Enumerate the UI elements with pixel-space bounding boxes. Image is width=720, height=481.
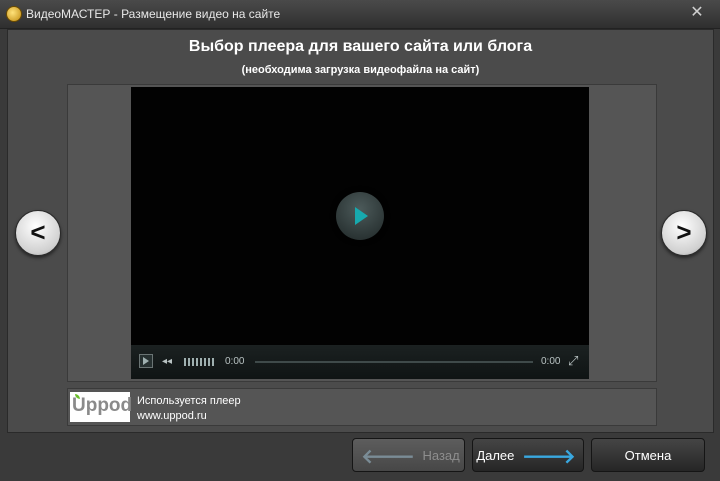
player-controls: ◂◂ 0:00 0:00 ⤢ <box>131 345 589 379</box>
uppod-logo: Uppod <box>70 392 133 422</box>
close-button[interactable]: ✕ <box>686 3 708 23</box>
title-bar: ВидеоМАСТЕР - Размещение видео на сайте … <box>0 0 720 29</box>
seek-bar[interactable] <box>255 361 533 363</box>
main-panel: Выбор плеера для вашего сайта или блога … <box>7 29 714 433</box>
player-website: www.uppod.ru <box>137 410 207 422</box>
back-label: Назад <box>422 448 460 463</box>
back-button[interactable]: 🡐 Назад <box>352 438 465 472</box>
window-title: ВидеоМАСТЕР - Размещение видео на сайте <box>26 7 281 21</box>
next-label: Далее <box>476 448 515 463</box>
next-player-button[interactable]: > <box>661 210 707 256</box>
app-logo-icon <box>6 6 22 22</box>
page-subtitle: (необходима загрузка видеофайла на сайт) <box>241 64 480 76</box>
player-info-bar: Uppod Используется плеер www.uppod.ru <box>67 388 657 426</box>
cancel-label: Отмена <box>624 448 672 463</box>
cancel-button[interactable]: Отмена <box>591 438 705 472</box>
next-button[interactable]: Далее 🡒 <box>472 438 584 472</box>
fullscreen-icon[interactable]: ⤢ <box>568 353 578 369</box>
current-time: 0:00 <box>225 356 245 367</box>
video-preview: ◂◂ 0:00 0:00 ⤢ <box>131 87 589 379</box>
rewind-icon[interactable]: ◂◂ <box>162 356 172 367</box>
arrow-left-icon: 🡐 <box>361 445 415 468</box>
duration: 0:00 <box>541 356 561 367</box>
logo-text: Uppod <box>72 395 133 416</box>
volume-bar[interactable] <box>184 358 216 366</box>
control-play-icon[interactable] <box>139 354 153 368</box>
page-title: Выбор плеера для вашего сайта или блога <box>188 38 533 55</box>
arrow-right-icon: 🡒 <box>522 445 576 468</box>
play-icon[interactable] <box>336 192 384 240</box>
player-used-label: Используется плеер <box>137 395 241 407</box>
previous-player-button[interactable]: < <box>15 210 61 256</box>
player-preview-frame: ◂◂ 0:00 0:00 ⤢ <box>67 84 657 382</box>
